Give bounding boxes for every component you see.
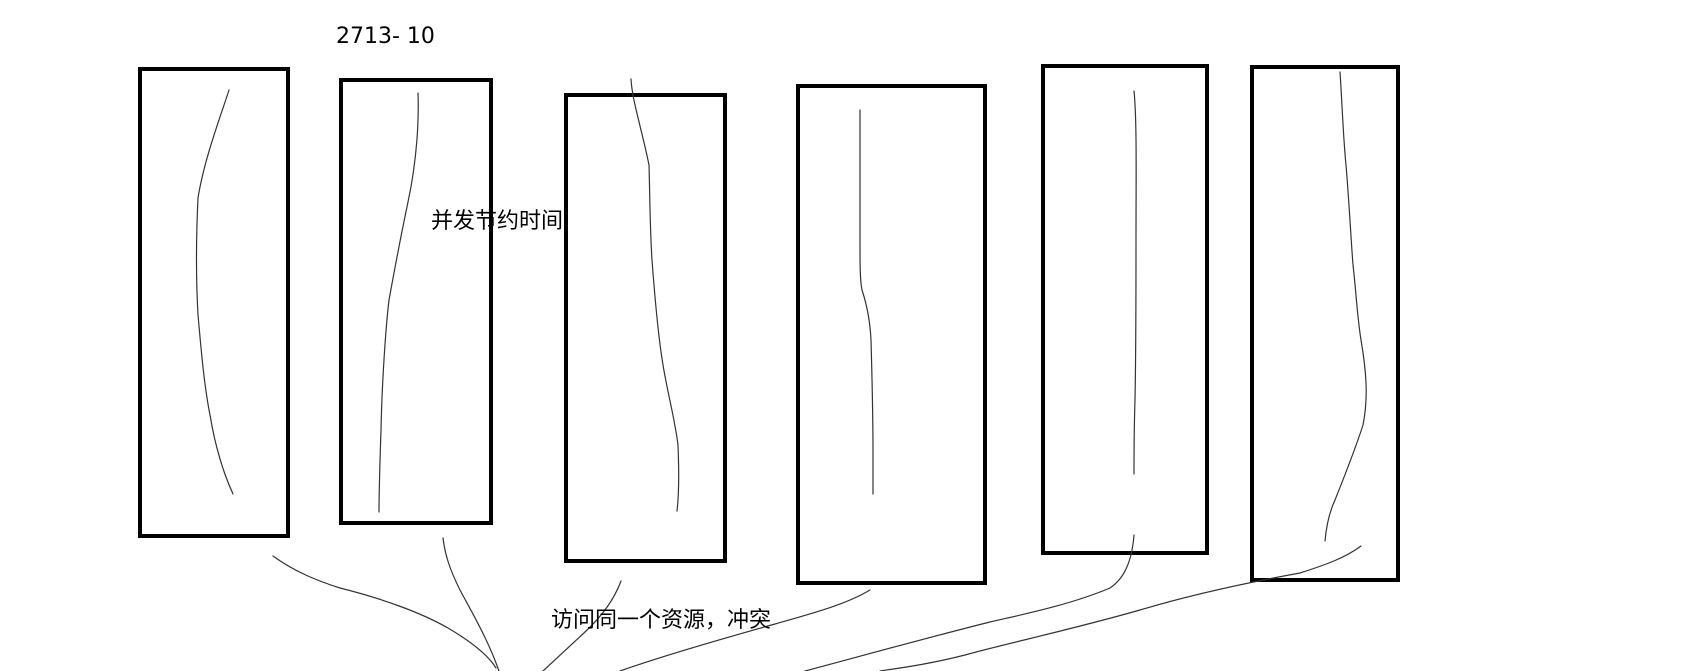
whiteboard-canvas	[0, 0, 1685, 671]
concurrency-label: 并发节约时间	[431, 209, 564, 234]
header-label: 2713- 10	[336, 24, 435, 49]
conflict-label: 访问同一个资源，冲突	[551, 608, 772, 633]
